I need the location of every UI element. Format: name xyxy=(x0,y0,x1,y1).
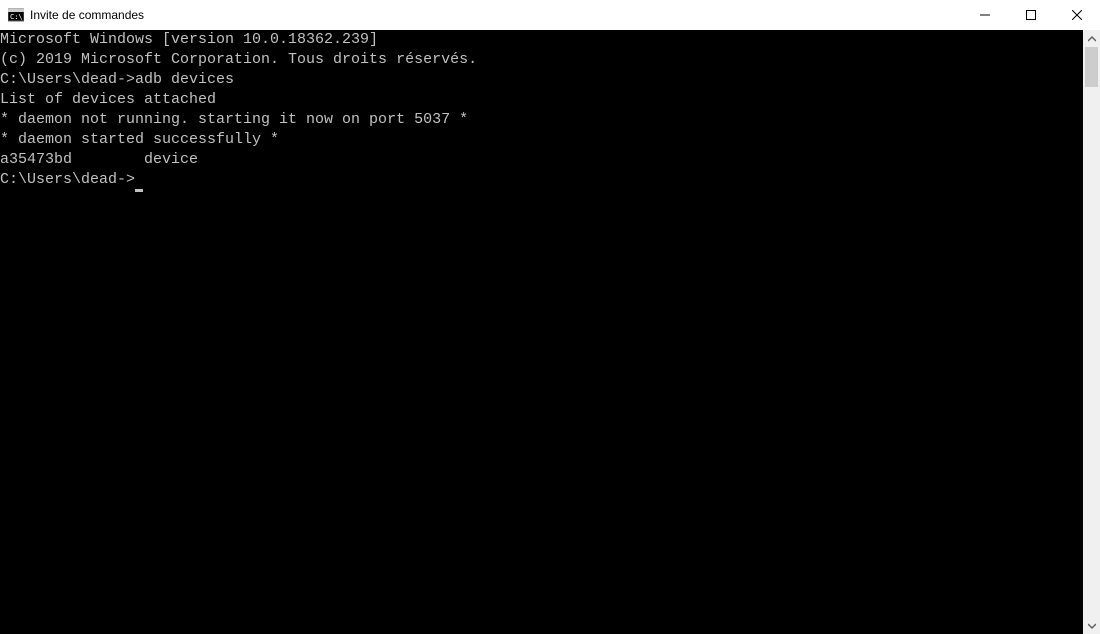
svg-text:C:\: C:\ xyxy=(10,13,23,21)
terminal-output[interactable]: Microsoft Windows [version 10.0.18362.23… xyxy=(0,30,1083,634)
terminal-line: Microsoft Windows [version 10.0.18362.23… xyxy=(0,30,1083,50)
minimize-icon xyxy=(980,10,990,20)
window-controls xyxy=(962,0,1100,30)
terminal-line: * daemon started successfully * xyxy=(0,130,1083,150)
chevron-up-icon xyxy=(1088,35,1096,43)
content-area: Microsoft Windows [version 10.0.18362.23… xyxy=(0,30,1100,634)
prompt: C:\Users\dead-> xyxy=(0,171,135,188)
cursor xyxy=(135,189,143,192)
app-icon: C:\ xyxy=(8,7,24,23)
close-button[interactable] xyxy=(1054,0,1100,30)
titlebar: C:\ Invite de commandes xyxy=(0,0,1100,30)
terminal-line: List of devices attached xyxy=(0,90,1083,110)
close-icon xyxy=(1072,10,1082,20)
window-title: Invite de commandes xyxy=(30,8,962,22)
chevron-down-icon xyxy=(1088,622,1096,630)
terminal-line: * daemon not running. starting it now on… xyxy=(0,110,1083,130)
terminal-line: a35473bd device xyxy=(0,150,1083,170)
scroll-track[interactable] xyxy=(1083,47,1100,617)
prompt-line: C:\Users\dead-> xyxy=(0,170,1083,190)
maximize-button[interactable] xyxy=(1008,0,1054,30)
minimize-button[interactable] xyxy=(962,0,1008,30)
maximize-icon xyxy=(1026,10,1036,20)
scroll-thumb[interactable] xyxy=(1085,47,1098,87)
vertical-scrollbar[interactable] xyxy=(1083,30,1100,634)
scroll-down-button[interactable] xyxy=(1083,617,1100,634)
terminal-line: (c) 2019 Microsoft Corporation. Tous dro… xyxy=(0,50,1083,70)
terminal-line: C:\Users\dead->adb devices xyxy=(0,70,1083,90)
scroll-up-button[interactable] xyxy=(1083,30,1100,47)
